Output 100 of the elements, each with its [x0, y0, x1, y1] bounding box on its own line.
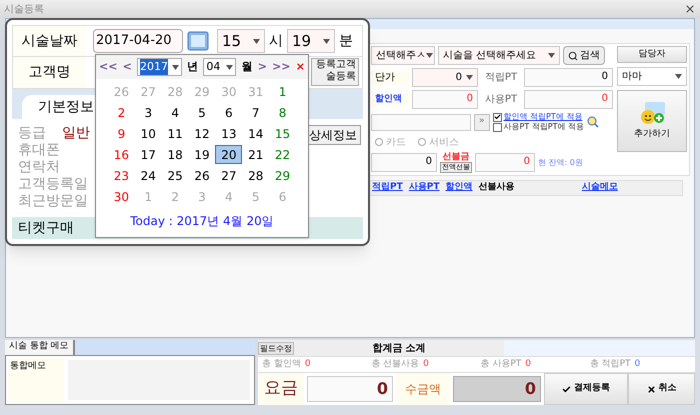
minute-unit: 분: [339, 32, 353, 50]
year-select[interactable]: 2017: [137, 58, 182, 76]
calendar-day[interactable]: 6: [215, 103, 242, 122]
more-button[interactable]: »: [474, 114, 490, 130]
today-link[interactable]: Today : 2017년 4월 20일: [96, 212, 308, 230]
calendar-day[interactable]: 5: [188, 103, 216, 122]
balance-text: 현 잔액: 0원: [538, 156, 583, 168]
calendar-day[interactable]: 9: [108, 124, 135, 143]
nav-link[interactable]: <<: [99, 58, 118, 76]
calendar-day[interactable]: 7: [242, 103, 270, 122]
checkbox-label: 사용PT 적립PT에 적용: [504, 122, 584, 132]
stat-value: 0: [423, 358, 429, 371]
field-label: 단가: [371, 70, 409, 85]
checkbox[interactable]: [492, 122, 502, 132]
date-input[interactable]: 2017-04-20: [93, 29, 183, 53]
radio-label: 카드: [386, 136, 406, 150]
search-button[interactable]: 검색: [563, 46, 605, 65]
column-header[interactable]: 할인액: [442, 181, 476, 195]
radio-label: 서비스: [429, 136, 459, 150]
calendar-day[interactable]: 24: [134, 166, 162, 185]
select-field[interactable]: 시술을 선택해주세요: [438, 46, 560, 65]
column-header[interactable]: 선불사용: [476, 181, 518, 195]
select-field[interactable]: 선택해주ㅅ: [371, 46, 435, 65]
calendar-day[interactable]: 22: [269, 145, 296, 164]
input-field[interactable]: [371, 114, 471, 130]
calendar-day[interactable]: 29: [269, 166, 296, 185]
caret-icon: [323, 38, 330, 44]
calendar-day[interactable]: 11: [162, 124, 189, 143]
info-label: 휴대폰: [18, 142, 60, 159]
caret-icon: [426, 53, 433, 58]
calendar-day[interactable]: 25: [162, 166, 189, 185]
field-label: 사용PT: [484, 93, 518, 107]
month-select[interactable]: 04: [203, 58, 236, 76]
info-value: 일반: [62, 125, 90, 142]
radio-button[interactable]: [375, 138, 383, 146]
calendar-day[interactable]: 19: [188, 145, 216, 164]
calendar-day[interactable]: 15: [269, 124, 296, 143]
input-field[interactable]: 0: [524, 90, 613, 109]
select-field[interactable]: 0: [412, 68, 478, 87]
calendar-day[interactable]: 28: [242, 166, 270, 185]
calendar-day[interactable]: 27: [215, 166, 242, 185]
calendar-day[interactable]: 17: [134, 145, 162, 164]
customer-label: 고객명: [13, 57, 86, 88]
checkbox-label: 할인액 적립PT에 적용: [504, 112, 582, 122]
column-header[interactable]: 시술메모: [518, 181, 682, 195]
fee-input[interactable]: 0: [307, 376, 393, 402]
received-input[interactable]: 0: [453, 376, 541, 402]
caret-icon: [253, 38, 260, 44]
year-unit: 년: [187, 58, 198, 75]
summary-title: 합계금 소계: [371, 342, 427, 356]
calendar-day[interactable]: 4: [162, 103, 189, 122]
radio-button[interactable]: [418, 138, 426, 146]
staff-select[interactable]: 마마: [617, 67, 687, 86]
cancel-button[interactable]: 취소: [628, 373, 695, 405]
calendar-day[interactable]: 18: [162, 145, 189, 164]
fee-label: 요금: [258, 373, 304, 405]
close-icon[interactable]: [684, 3, 696, 15]
column-header[interactable]: 적립PT: [369, 181, 406, 195]
add-button[interactable]: 추가하기: [617, 90, 687, 152]
calendar-day[interactable]: 21: [242, 145, 270, 164]
checkbox[interactable]: [492, 112, 502, 122]
info-label: 최근방문일: [18, 193, 88, 210]
register-button[interactable]: 등록고객 술등록: [311, 58, 359, 86]
calendar-day[interactable]: 1: [269, 82, 296, 101]
hour-select[interactable]: 15: [217, 29, 265, 53]
help-search-icon[interactable]: [587, 116, 600, 128]
window-title: 시술등록: [4, 2, 44, 16]
calendar-day[interactable]: 8: [269, 103, 296, 122]
calendar-day[interactable]: 13: [215, 124, 242, 143]
memo-tab[interactable]: 시술 통합 메모: [5, 340, 75, 355]
column-header[interactable]: 사용PT: [406, 181, 442, 195]
calendar-day[interactable]: 14: [242, 124, 270, 143]
nav-link[interactable]: >: [258, 58, 267, 76]
input-field[interactable]: 0: [371, 153, 437, 172]
calendar-day[interactable]: 2: [108, 103, 135, 122]
field-edit-button[interactable]: 필드수정: [258, 342, 294, 354]
ticket-label: 티켓구매: [18, 218, 74, 238]
nav-link[interactable]: <: [122, 58, 132, 76]
calendar-day[interactable]: 10: [134, 124, 162, 143]
stat-label: 총 적립PT: [590, 358, 631, 371]
calendar-day[interactable]: 16: [108, 145, 135, 164]
minute-select[interactable]: 19: [287, 29, 335, 53]
input-field[interactable]: 0: [475, 153, 535, 172]
date-label: 시술날짜: [13, 26, 86, 56]
input-field[interactable]: 0: [412, 90, 478, 109]
calendar-day[interactable]: 30: [108, 187, 135, 206]
calendar-day[interactable]: 3: [134, 103, 162, 122]
close-link[interactable]: ×: [296, 58, 305, 76]
calendar-icon[interactable]: [187, 31, 209, 51]
calendar-day[interactable]: 12: [188, 124, 216, 143]
staff-button[interactable]: 담당자: [617, 46, 687, 63]
nav-link[interactable]: >>: [272, 58, 291, 76]
month-unit: 월: [242, 58, 253, 75]
caret-icon: [172, 64, 179, 70]
calendar-day[interactable]: 23: [108, 166, 135, 185]
calendar-day[interactable]: 20: [215, 145, 242, 164]
check-icon: [562, 384, 571, 394]
input-field[interactable]: 0: [524, 68, 613, 87]
calendar-day[interactable]: 26: [188, 166, 216, 185]
pay-button[interactable]: 결제등록: [544, 373, 628, 405]
